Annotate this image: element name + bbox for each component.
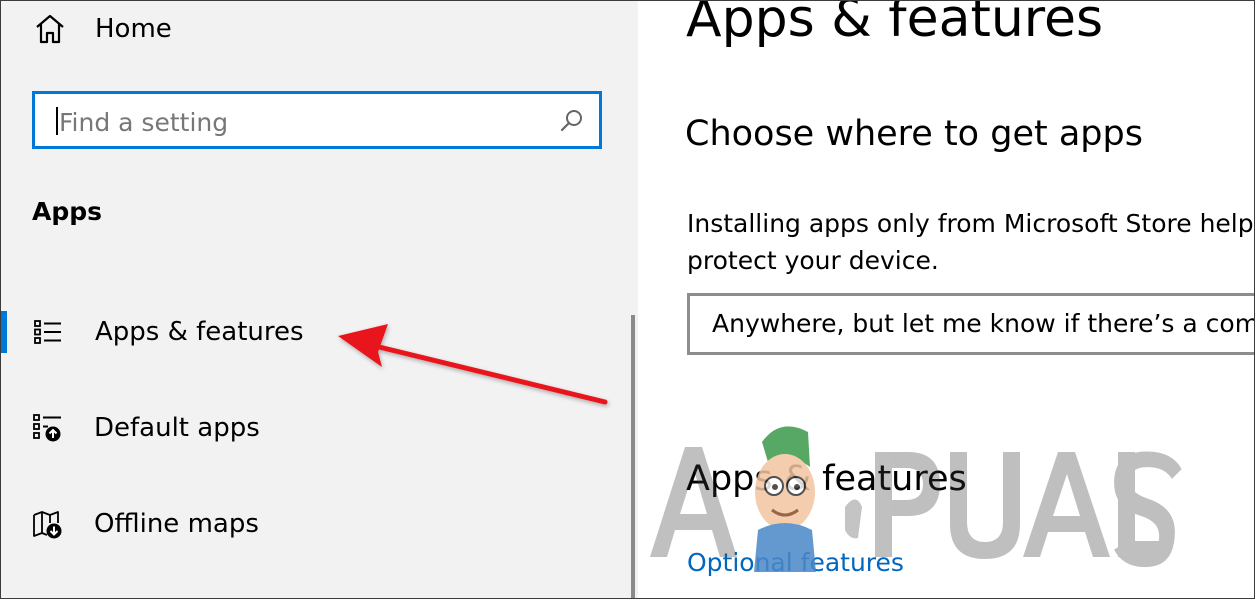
app-source-dropdown[interactable]: Anywhere, but let me know if there’s a c… bbox=[687, 293, 1254, 355]
offline-maps-icon bbox=[33, 511, 62, 539]
sidebar-item-label: Default apps bbox=[94, 413, 260, 443]
sidebar-item-offline-maps[interactable]: Offline maps bbox=[1, 494, 601, 554]
sidebar-scrollbar[interactable] bbox=[631, 315, 635, 598]
search-box[interactable] bbox=[32, 91, 602, 149]
sidebar-item-label: Apps & features bbox=[95, 317, 304, 347]
sidebar: Home Apps Apps & features bbox=[1, 1, 638, 598]
sidebar-item-default-apps[interactable]: Default apps bbox=[1, 398, 601, 458]
app-source-value: Anywhere, but let me know if there’s a c… bbox=[712, 309, 1254, 338]
choose-apps-description: Installing apps only from Microsoft Stor… bbox=[687, 209, 1254, 275]
list-icon bbox=[34, 320, 61, 344]
default-apps-icon bbox=[33, 414, 61, 442]
active-indicator bbox=[1, 311, 7, 353]
search-input[interactable] bbox=[57, 101, 541, 143]
page-title: Apps & features bbox=[686, 1, 1104, 49]
nav-home[interactable]: Home bbox=[33, 7, 333, 51]
optional-features-link[interactable]: Optional features bbox=[687, 548, 904, 577]
section-title: Apps bbox=[32, 197, 103, 226]
sidebar-item-label: Offline maps bbox=[94, 509, 259, 539]
search-icon[interactable] bbox=[559, 108, 585, 134]
main-content: Apps & features Choose where to get apps… bbox=[638, 1, 1254, 598]
nav-home-label: Home bbox=[95, 14, 172, 44]
home-icon bbox=[36, 14, 64, 44]
apps-features-heading: Apps & features bbox=[686, 459, 967, 499]
choose-apps-heading: Choose where to get apps bbox=[685, 114, 1143, 154]
sidebar-item-apps-features[interactable]: Apps & features bbox=[1, 302, 601, 362]
